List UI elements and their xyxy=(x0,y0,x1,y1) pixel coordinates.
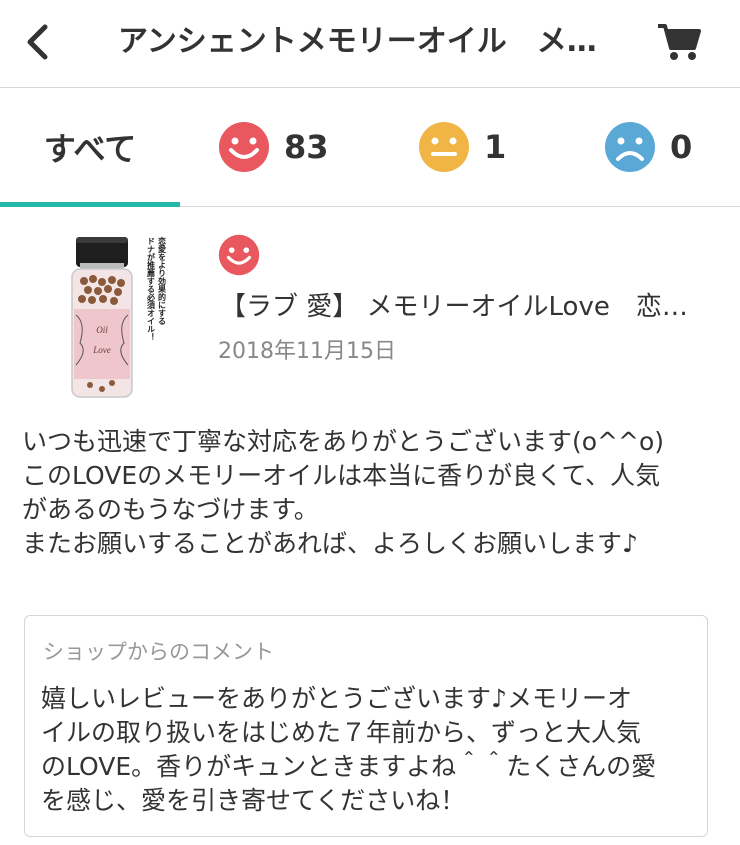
shop-comment-text: 嬉しいレビューをありがとうございます♪メモリーオ イルの取り扱いをはじめた７年前… xyxy=(41,684,657,815)
product-caption-col1: 恋愛をより効果的にする xyxy=(158,236,167,325)
product-image[interactable]: Oil Love 恋愛をより効果的にする ドナが推薦する必須オイル！ xyxy=(62,233,172,403)
smile-face-icon xyxy=(218,234,260,276)
smile-face-icon xyxy=(219,122,269,172)
chevron-left-icon xyxy=(27,24,48,60)
frown-face-icon xyxy=(605,122,655,172)
page-title: アンシェントメモリーオイル メ… xyxy=(118,24,597,59)
good-count: 83 xyxy=(284,128,329,166)
review-date: 2018年11月15日 xyxy=(218,339,396,364)
tab-good[interactable]: 83 xyxy=(218,88,329,206)
tab-normal[interactable]: 1 xyxy=(418,88,506,206)
back-button[interactable] xyxy=(20,22,54,62)
active-tab-indicator xyxy=(0,202,180,207)
cart-button[interactable] xyxy=(655,20,703,64)
bottle-label-love: Love xyxy=(92,345,111,355)
tab-all-label: すべて xyxy=(43,130,137,168)
neutral-face-icon xyxy=(419,122,469,172)
shop-comment-box: ショップからのコメント 嬉しいレビューをありがとうございます♪メモリーオ イルの… xyxy=(24,615,708,837)
cart-icon xyxy=(658,24,701,60)
review-body: いつも迅速で丁寧な対応をありがとうございます(o^^o) このLOVEのメモリー… xyxy=(22,427,664,558)
tab-all[interactable]: すべて xyxy=(0,88,180,207)
bad-count: 0 xyxy=(670,128,693,166)
tab-bad[interactable]: 0 xyxy=(604,88,692,206)
normal-count: 1 xyxy=(484,128,507,166)
header-bar: アンシェントメモリーオイル メ… xyxy=(0,0,740,88)
shop-comment-label: ショップからのコメント xyxy=(43,640,274,664)
rating-filter-tabs: すべて 83 1 0 xyxy=(0,88,740,207)
product-caption-col2: ドナが推薦する必須オイル！ xyxy=(146,237,156,341)
bottle-label-oil: Oil xyxy=(96,325,108,335)
product-name-link[interactable]: 【ラブ 愛】 メモリーオイルLove 恋愛をより効果的にするドナが推薦する必須オ… xyxy=(220,289,700,325)
